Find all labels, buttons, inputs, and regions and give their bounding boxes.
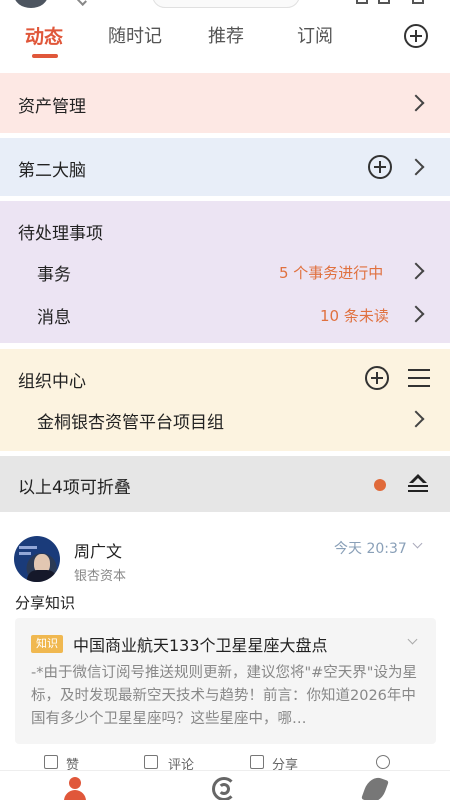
feed-post[interactable]: 周广文 银杏资本 今天 20:37 分享知识 知识 中国商业航天133个卫星星座… (0, 520, 450, 773)
scan-icon[interactable] (356, 0, 368, 4)
section-org-center: 组织中心 金桐银杏资管平台项目组 (0, 349, 450, 451)
tab-subscribe[interactable]: 订阅 (297, 22, 333, 48)
add-org-icon[interactable] (365, 366, 389, 390)
post-content: 分享知识 (15, 594, 76, 612)
section-collapsible-hint[interactable]: 以上4项可折叠 (0, 456, 450, 512)
section-title: 以上4项可折叠 (18, 478, 131, 498)
section-title: 组织中心 (18, 372, 86, 392)
todo-row-tasks-label[interactable]: 事务 (37, 260, 71, 285)
tab-notes[interactable]: 随时记 (108, 22, 162, 48)
chevron-down-icon[interactable] (407, 634, 418, 645)
menu-icon[interactable] (408, 369, 430, 387)
post-time: 今天 20:37 (334, 541, 407, 557)
status-strip (0, 0, 450, 10)
share-icon[interactable] (250, 755, 264, 769)
chevron-down-icon[interactable] (412, 538, 423, 549)
author-avatar[interactable] (14, 536, 60, 582)
collapse-icon[interactable] (407, 474, 429, 494)
search-bar[interactable] (152, 0, 300, 8)
section-title: 资产管理 (18, 97, 86, 117)
scan-icon-2[interactable] (378, 0, 390, 4)
tasks-status: 5 个事务进行中 (279, 264, 384, 282)
tab-feed[interactable]: 动态 (25, 22, 63, 49)
section-title: 待处理事项 (18, 224, 103, 244)
chevron-down-icon[interactable] (77, 0, 87, 6)
todo-row-messages-label[interactable]: 消息 (37, 303, 71, 328)
author-name[interactable]: 周广文 (74, 538, 122, 562)
expand-icon[interactable] (412, 0, 424, 4)
discover-nav-icon[interactable] (211, 775, 237, 800)
section-title: 第二大脑 (18, 161, 86, 181)
tab-recommend[interactable]: 推荐 (208, 22, 244, 48)
comment-icon[interactable] (144, 755, 158, 769)
knowledge-body: -*由于微信订阅号推送规则更新，建议您将"#空天界"设为星标，及时发现最新空天技… (31, 665, 417, 727)
org-row-label[interactable]: 金桐银杏资管平台项目组 (37, 408, 224, 433)
star-icon[interactable] (376, 755, 390, 769)
tab-bar: 动态 随时记 推荐 订阅 (0, 14, 450, 62)
section-second-brain[interactable]: 第二大脑 (0, 138, 450, 196)
section-asset-management[interactable]: 资产管理 (0, 73, 450, 133)
notification-dot (374, 479, 386, 491)
chevron-right-icon[interactable] (407, 410, 425, 428)
author-org: 银杏资本 (74, 569, 127, 584)
chevron-right-icon[interactable] (407, 305, 425, 323)
chevron-right-icon[interactable] (407, 94, 425, 112)
user-avatar[interactable] (14, 0, 48, 8)
add-tab-icon[interactable] (404, 24, 428, 48)
knowledge-card[interactable]: 知识 中国商业航天133个卫星星座大盘点 -*由于微信订阅号推送规则更新，建议您… (15, 618, 436, 744)
user-nav-icon[interactable] (62, 775, 88, 800)
knowledge-title: 中国商业航天133个卫星星座大盘点 (73, 636, 328, 655)
leaf-nav-icon[interactable] (361, 774, 389, 800)
knowledge-tag: 知识 (31, 635, 63, 653)
section-todo: 待处理事项 事务 5 个事务进行中 消息 10 条未读 (0, 201, 450, 343)
bottom-nav (0, 770, 450, 800)
messages-status: 10 条未读 (320, 307, 389, 325)
like-icon[interactable] (44, 755, 58, 769)
add-brain-icon[interactable] (368, 155, 392, 179)
chevron-right-icon[interactable] (407, 262, 425, 280)
active-tab-indicator (32, 54, 58, 58)
chevron-right-icon[interactable] (407, 158, 425, 176)
